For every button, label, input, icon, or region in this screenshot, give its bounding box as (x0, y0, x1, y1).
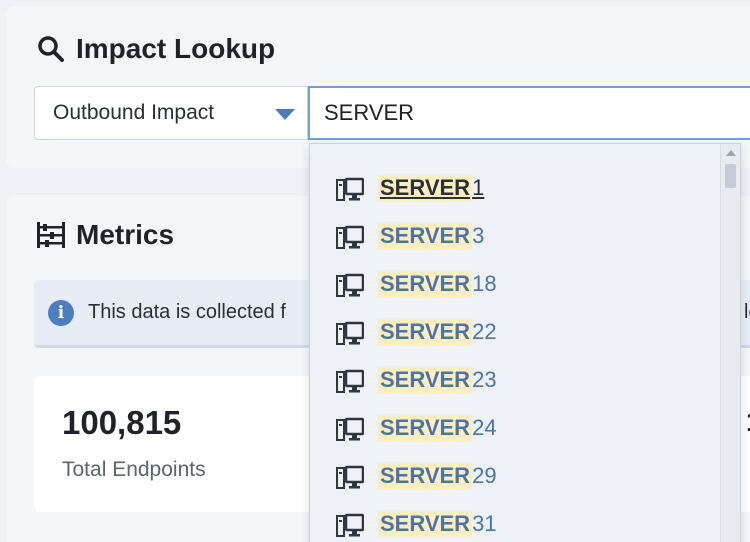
dropdown-item[interactable]: SERVER 23 (310, 357, 722, 405)
dropdown-item-label: SERVER 29 (378, 463, 497, 489)
desktop-computer-icon (336, 417, 365, 443)
dropdown-item-label: SERVER 22 (378, 319, 497, 345)
dropdown-item[interactable]: SERVER 29 (310, 453, 722, 501)
dropdown-item[interactable]: SERVER 22 (310, 309, 722, 357)
metrics-title: Metrics (76, 219, 175, 250)
page-title: Impact Lookup (76, 33, 276, 64)
desktop-computer-icon (336, 321, 365, 347)
total-endpoints-value: 100,815 (62, 404, 182, 441)
scroll-thumb[interactable] (725, 164, 736, 188)
desktop-computer-icon (336, 513, 365, 539)
info-text-fragment: le (744, 301, 750, 323)
dropdown-item-label: SERVER 18 (378, 271, 497, 297)
autocomplete-dropdown: SERVER 1 SERVER 3 SERVER 18 SERVER 22 SERVER… (309, 143, 741, 542)
metrics-header: Metrics (34, 218, 174, 252)
scroll-up-arrow-icon[interactable] (726, 150, 736, 156)
chevron-down-icon[interactable] (275, 109, 295, 120)
direction-select[interactable]: Outbound Impact (34, 86, 308, 140)
desktop-computer-icon (336, 225, 365, 251)
dropdown-item-label: SERVER 24 (378, 415, 497, 441)
search-icon (34, 32, 68, 66)
dropdown-item[interactable]: SERVER 18 (310, 261, 722, 309)
dropdown-item-label: SERVER 23 (378, 367, 497, 393)
dropdown-scrollbar[interactable] (720, 144, 740, 542)
search-input[interactable] (308, 86, 750, 140)
impact-lookup-header: Impact Lookup (34, 32, 275, 66)
info-icon: i (48, 299, 74, 326)
desktop-computer-icon (336, 177, 365, 203)
dropdown-item[interactable]: SERVER 24 (310, 405, 722, 453)
dropdown-item-label: SERVER 3 (378, 223, 485, 249)
dropdown-item[interactable]: SERVER 31 (310, 501, 722, 542)
desktop-computer-icon (336, 273, 365, 299)
dropdown-item[interactable]: SERVER 3 (310, 213, 722, 261)
next-card-value-fragment: 1 (746, 406, 750, 438)
direction-select-value: Outbound Impact (53, 101, 215, 124)
info-text: This data is collected f (88, 301, 286, 323)
desktop-computer-icon (336, 465, 365, 491)
dropdown-item-label: SERVER 1 (378, 175, 485, 201)
desktop-computer-icon (336, 369, 365, 395)
dropdown-item[interactable]: SERVER 1 (310, 165, 722, 213)
dropdown-item-label: SERVER 31 (378, 511, 497, 537)
abacus-icon (34, 218, 68, 252)
total-endpoints-label: Total Endpoints (62, 458, 206, 481)
